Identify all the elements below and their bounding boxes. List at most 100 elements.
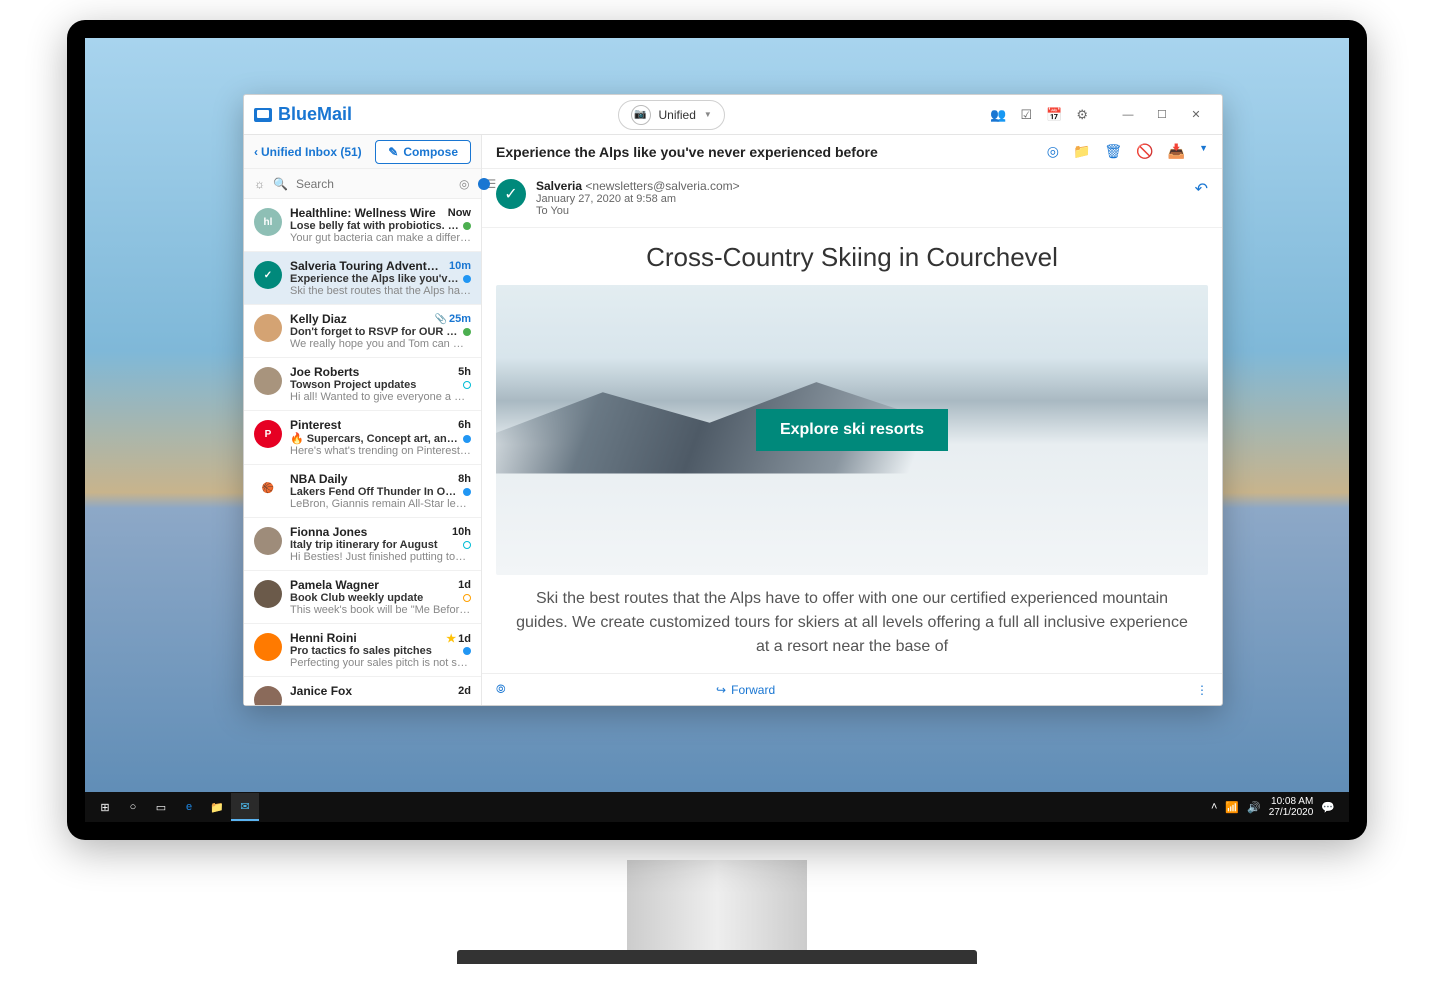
- account-picker[interactable]: 📷 Unified ▼: [618, 100, 725, 130]
- message-preview: Perfecting your sales pitch is not somet…: [290, 657, 471, 669]
- reading-pane: Experience the Alps like you've never ex…: [482, 135, 1222, 705]
- wifi-icon[interactable]: 📶: [1225, 801, 1239, 814]
- sender-name: Healthline: Wellness Wire: [290, 206, 436, 220]
- sidebar-header: ‹ Unified Inbox (51) ✎ Compose: [244, 135, 481, 169]
- avatar: 🏀: [254, 474, 282, 502]
- search-button[interactable]: ○: [119, 793, 147, 821]
- tasks-icon[interactable]: ☑: [1020, 107, 1032, 123]
- titlebar: BlueMail 📷 Unified ▼ 👥 ☑ 📅 ⚙ — ☐ ✕: [244, 95, 1222, 135]
- archive-icon[interactable]: 📥: [1168, 143, 1185, 160]
- avatar: [254, 367, 282, 395]
- message-preview: Here's what's trending on Pinterest EQ s…: [290, 445, 471, 457]
- window-controls: — ☐ ✕: [1112, 102, 1212, 128]
- desktop-wallpaper: BlueMail 📷 Unified ▼ 👥 ☑ 📅 ⚙ — ☐ ✕: [85, 38, 1349, 822]
- mark-read-icon[interactable]: ◎: [1047, 143, 1059, 160]
- status-dot: [463, 647, 471, 655]
- search-input[interactable]: [296, 177, 451, 191]
- sender-name: Pamela Wagner: [290, 578, 379, 592]
- message-time: 📎25m: [435, 313, 471, 325]
- attachment-icon: 📎: [435, 314, 447, 325]
- share-icon[interactable]: ⦾: [496, 682, 506, 697]
- taskview-button[interactable]: ▭: [147, 793, 175, 821]
- notifications-icon[interactable]: 💬: [1321, 801, 1335, 814]
- reply-icon[interactable]: ↶: [1195, 179, 1208, 217]
- message-preview: LeBron, Giannis remain All-Star leaders …: [290, 498, 471, 510]
- more-icon[interactable]: ⋮: [1196, 683, 1208, 697]
- message-item[interactable]: Kelly Diaz📎25mDon't forget to RSVP for O…: [244, 305, 481, 358]
- message-item[interactable]: Janice Fox2d: [244, 677, 481, 705]
- volume-icon[interactable]: 🔊: [1247, 801, 1261, 814]
- status-dot: [463, 488, 471, 496]
- scope-icon[interactable]: ◎: [459, 177, 469, 191]
- status-dot: [463, 435, 471, 443]
- pane-header: Experience the Alps like you've never ex…: [482, 135, 1222, 169]
- message-item[interactable]: Joe Roberts5hTowson Project updatesHi al…: [244, 358, 481, 411]
- avatar: [254, 686, 282, 705]
- message-subject: Italy trip itinerary for August: [290, 539, 438, 551]
- message-time: 1d: [458, 579, 471, 591]
- status-dot: [463, 222, 471, 230]
- message-item[interactable]: Pamela Wagner1dBook Club weekly updateTh…: [244, 571, 481, 624]
- filter-icon[interactable]: ☼: [254, 177, 265, 191]
- avatar: [254, 633, 282, 661]
- bluemail-window: BlueMail 📷 Unified ▼ 👥 ☑ 📅 ⚙ — ☐ ✕: [243, 94, 1223, 706]
- message-meta: ✓ Salveria <newsletters@salveria.com> Ja…: [482, 169, 1222, 228]
- bluemail-taskbar-icon[interactable]: ✉: [231, 793, 259, 821]
- message-preview: Ski the best routes that the Alps have t…: [290, 285, 471, 297]
- maximize-button[interactable]: ☐: [1146, 102, 1178, 128]
- message-subject: 🔥 Supercars, Concept art, and more Pins…: [290, 432, 459, 445]
- edge-icon[interactable]: e: [175, 793, 203, 821]
- spam-icon[interactable]: 🚫: [1136, 143, 1153, 160]
- message-subject: Lose belly fat with probiotics. Power wa…: [290, 220, 459, 232]
- mail-body-text: Ski the best routes that the Alps have t…: [482, 575, 1222, 659]
- message-subject: Pro tactics fo sales pitches: [290, 645, 432, 657]
- people-icon[interactable]: 👥: [990, 107, 1006, 123]
- message-time: 8h: [458, 473, 471, 485]
- back-link[interactable]: ‹ Unified Inbox (51): [254, 145, 362, 159]
- compose-button[interactable]: ✎ Compose: [375, 140, 471, 164]
- message-time: 5h: [458, 366, 471, 378]
- sidebar: ‹ Unified Inbox (51) ✎ Compose ☼ 🔍 ◎: [244, 135, 482, 705]
- avatar: hl: [254, 208, 282, 236]
- message-subject: Lakers Fend Off Thunder In Overtime; Tak…: [290, 486, 459, 498]
- forward-button[interactable]: ↪ Forward: [716, 683, 775, 697]
- titlebar-actions: 👥 ☑ 📅 ⚙ — ☐ ✕: [990, 102, 1212, 128]
- explore-button[interactable]: Explore ski resorts: [756, 409, 948, 451]
- move-folder-icon[interactable]: 📁: [1073, 143, 1090, 160]
- message-item[interactable]: PPinterest6h🔥 Supercars, Concept art, an…: [244, 411, 481, 465]
- pencil-icon: ✎: [388, 145, 398, 159]
- account-picker-icon: 📷: [631, 105, 651, 125]
- chevron-down-icon[interactable]: ▼: [1199, 143, 1208, 160]
- close-button[interactable]: ✕: [1180, 102, 1212, 128]
- message-preview: Hi all! Wanted to give everyone a quick …: [290, 391, 471, 403]
- message-time: 10h: [452, 526, 471, 538]
- start-button[interactable]: ⊞: [91, 793, 119, 821]
- message-item[interactable]: 🏀NBA Daily8hLakers Fend Off Thunder In O…: [244, 465, 481, 518]
- delete-icon[interactable]: 🗑: [1104, 143, 1122, 160]
- sender-name: Pinterest: [290, 418, 341, 432]
- sender-name: Henni Roini: [290, 631, 357, 645]
- avatar: [254, 580, 282, 608]
- from-name: Salveria: [536, 179, 582, 193]
- pane-subject: Experience the Alps like you've never ex…: [496, 144, 878, 160]
- tray-chevron-icon[interactable]: ˄: [1211, 801, 1217, 813]
- message-body: Cross-Country Skiing in Courchevel Explo…: [482, 228, 1222, 673]
- chevron-left-icon: ‹: [254, 145, 258, 159]
- minimize-button[interactable]: —: [1112, 102, 1144, 128]
- taskbar: ⊞ ○ ▭ e 📁 ✉ ˄ 📶 🔊 10:08 AM 27/1/2020 💬: [85, 792, 1349, 822]
- message-item[interactable]: Fionna Jones10hItaly trip itinerary for …: [244, 518, 481, 571]
- mail-title: Cross-Country Skiing in Courchevel: [482, 228, 1222, 285]
- chevron-down-icon: ▼: [704, 110, 712, 119]
- avatar: P: [254, 420, 282, 448]
- message-preview: Hi Besties! Just finished putting togeth…: [290, 551, 471, 563]
- taskbar-clock[interactable]: 10:08 AM 27/1/2020: [1269, 796, 1314, 818]
- message-item[interactable]: ✓Salveria Touring Adventures10mExperienc…: [244, 252, 481, 305]
- settings-icon[interactable]: ⚙: [1076, 107, 1088, 123]
- calendar-icon[interactable]: 📅: [1046, 107, 1062, 123]
- message-item[interactable]: Henni Roini★1dPro tactics fo sales pitch…: [244, 624, 481, 677]
- message-preview: We really hope you and Tom can make it!…: [290, 338, 471, 350]
- message-subject: Don't forget to RSVP for OUR Wedding!!: [290, 326, 459, 338]
- clock-date: 27/1/2020: [1269, 807, 1314, 818]
- message-item[interactable]: hlHealthline: Wellness WireNowLose belly…: [244, 199, 481, 252]
- explorer-icon[interactable]: 📁: [203, 793, 231, 821]
